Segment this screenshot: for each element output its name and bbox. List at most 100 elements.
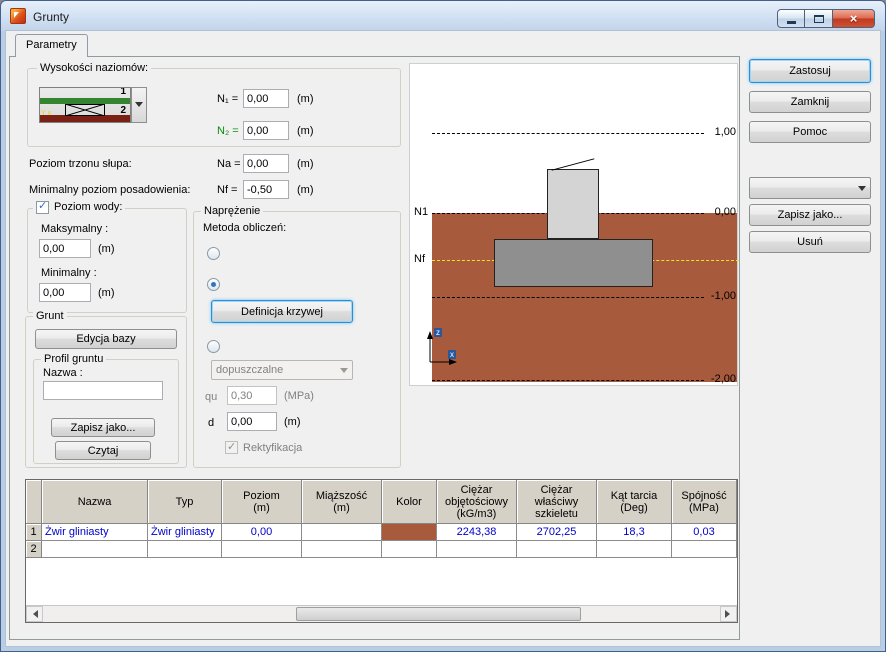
row-number-cell[interactable]: 2 — [26, 541, 42, 558]
n1-marker: N1 — [414, 206, 429, 218]
qu-unit: (MPa) — [284, 390, 314, 402]
cell-kolor[interactable] — [382, 541, 437, 558]
scrollbar-thumb[interactable] — [296, 607, 581, 621]
levels-preview-dropdown[interactable] — [131, 87, 147, 123]
d-input[interactable] — [227, 412, 277, 431]
qu-label: qu — [205, 391, 218, 403]
level-line-minus1 — [432, 297, 704, 298]
profile-save-as-button[interactable]: Zapisz jako... — [51, 418, 155, 437]
row-number-cell[interactable]: 1 — [26, 524, 42, 541]
n1-unit: (m) — [297, 93, 314, 105]
water-min-input[interactable] — [39, 283, 91, 302]
window-title: Grunty — [33, 10, 70, 24]
table-header-row: Nazwa Typ Poziom (m) Miąższość (m) Kolor C… — [26, 480, 737, 524]
edit-database-button[interactable]: Edycja bazy — [35, 329, 177, 349]
n2-unit: (m) — [297, 125, 314, 137]
save-as-button[interactable]: Zapisz jako... — [749, 204, 871, 226]
rectification-checkbox: ✓ — [225, 441, 238, 454]
table-row: 1 Żwir gliniasty Żwir gliniasty 0,00 224… — [26, 524, 737, 541]
cell-ciezar-wlasciwy[interactable] — [517, 541, 597, 558]
minimize-icon — [786, 20, 796, 24]
profile-name-label: Nazwa : — [43, 367, 83, 379]
tab-parametry[interactable]: Parametry — [15, 34, 88, 57]
mini-foundation-sketch — [65, 104, 105, 116]
close-dialog-button[interactable]: Zamknij — [749, 91, 871, 113]
cell-miazszosc[interactable] — [302, 524, 382, 541]
chevron-down-icon — [340, 368, 348, 377]
water-max-input[interactable] — [39, 239, 91, 258]
arrow-right-icon — [725, 610, 734, 618]
water-level-checkbox[interactable]: ✓ — [36, 200, 49, 214]
soil-levels-preview: 1 2 Y x — [39, 87, 131, 123]
cell-typ[interactable] — [148, 541, 222, 558]
column-header-poziom: Poziom (m) — [222, 480, 302, 524]
preview-level-1: 1 — [120, 87, 126, 97]
close-button[interactable]: × — [833, 9, 875, 28]
n1-input[interactable] — [243, 89, 289, 108]
allowed-stress-dropdown: dopuszczalne — [211, 360, 353, 380]
cell-kat-tarcia[interactable]: 18,3 — [597, 524, 672, 541]
water-min-unit: (m) — [98, 287, 115, 299]
dialog-grunty: Grunty × Parametry Wysokości naziomów: 1… — [0, 0, 886, 652]
nf-input[interactable] — [243, 180, 289, 199]
scroll-left-button[interactable] — [26, 606, 43, 622]
cell-poziom[interactable]: 0,00 — [222, 524, 302, 541]
arrow-left-icon — [29, 610, 38, 618]
radio-icon — [207, 340, 220, 353]
check-icon: ✓ — [227, 441, 237, 453]
profile-read-button[interactable]: Czytaj — [55, 441, 151, 460]
cell-typ[interactable]: Żwir gliniasty — [148, 524, 222, 541]
chevron-down-icon — [135, 102, 143, 111]
stress-group-title: Naprężenie — [201, 205, 264, 218]
help-button[interactable]: Pomoc — [749, 121, 871, 143]
n2-input[interactable] — [243, 121, 289, 140]
na-input[interactable] — [243, 154, 289, 173]
preset-dropdown[interactable] — [749, 177, 871, 199]
level-line-plus1 — [432, 133, 704, 134]
n1-label: N₁ = — [217, 93, 239, 105]
water-level-checkbox-row[interactable]: ✓ Poziom wody: — [33, 200, 126, 214]
nf-unit: (m) — [297, 184, 314, 196]
cell-poziom[interactable] — [222, 541, 302, 558]
apply-button[interactable]: Zastosuj — [749, 59, 871, 83]
title-bar[interactable]: Grunty × — [1, 1, 885, 31]
min-foundation-label: Minimalny poziom posadowienia: — [29, 184, 191, 196]
cell-spojnosc[interactable] — [672, 541, 737, 558]
profile-name-input[interactable] — [43, 381, 163, 400]
cell-nazwa[interactable] — [42, 541, 148, 558]
column-header-ciezar-objetosciowy: Ciężar objętościowy (kG/m3) — [437, 480, 517, 524]
maximize-button[interactable] — [805, 9, 833, 28]
column-header-ciezar-wlasciwy: Ciężar właściwy szkieletu — [517, 480, 597, 524]
cell-kat-tarcia[interactable] — [597, 541, 672, 558]
cell-ciezar-objetosciowy[interactable]: 2243,38 — [437, 524, 517, 541]
cell-miazszosc[interactable] — [302, 541, 382, 558]
maximize-icon — [813, 14, 824, 23]
calc-method-label: Metoda obliczeń: — [203, 222, 287, 234]
column-header-miazszosc: Miąższość (m) — [302, 480, 382, 524]
cell-nazwa[interactable]: Żwir gliniasty — [42, 524, 148, 541]
cell-spojnosc[interactable]: 0,03 — [672, 524, 737, 541]
axis-z-label: z — [434, 328, 442, 337]
minimize-button[interactable] — [777, 9, 805, 28]
d-unit: (m) — [284, 416, 301, 428]
horizontal-scrollbar[interactable] — [26, 605, 737, 622]
radio-selected-icon — [207, 278, 220, 291]
cell-ciezar-wlasciwy[interactable]: 2702,25 — [517, 524, 597, 541]
scroll-right-button[interactable] — [720, 606, 737, 622]
nf-marker: Nf — [414, 253, 425, 265]
level-label-plus1: 1,00 — [714, 126, 736, 138]
soil-profile-title: Profil gruntu — [41, 353, 107, 366]
delete-button[interactable]: Usuń — [749, 231, 871, 253]
curve-definition-button[interactable]: Definicja krzywej — [211, 300, 353, 323]
na-label: Na = — [217, 158, 241, 170]
foundation-footing — [494, 239, 653, 287]
d-label: d — [208, 417, 215, 429]
column-header-kolor: Kolor — [382, 480, 437, 524]
cell-ciezar-objetosciowy[interactable] — [437, 541, 517, 558]
allowed-stress-value: dopuszczalne — [216, 364, 284, 376]
cell-kolor[interactable] — [382, 524, 437, 541]
water-max-label: Maksymalny : — [41, 223, 109, 235]
soil-group-title: Grunt — [33, 310, 67, 323]
water-min-label: Minimalny : — [41, 267, 97, 279]
check-icon: ✓ — [38, 200, 48, 212]
